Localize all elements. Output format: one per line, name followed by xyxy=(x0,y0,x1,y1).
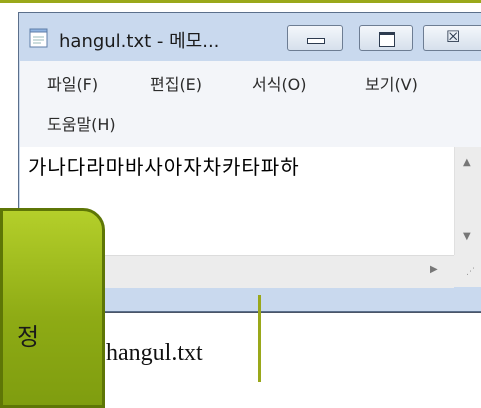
slide-top-border xyxy=(0,0,481,3)
title-bar[interactable]: hangul.txt - 메모... ☒ xyxy=(19,13,481,59)
window-title: hangul.txt - 메모... xyxy=(59,31,220,52)
menu-view[interactable]: 보기(V) xyxy=(365,71,418,95)
green-callout-box: 정 xyxy=(0,208,105,408)
notepad-icon xyxy=(29,28,48,48)
maximize-icon xyxy=(379,32,395,47)
menu-help[interactable]: 도움말(H) xyxy=(47,111,116,135)
resize-grip[interactable]: ⋰ xyxy=(454,255,481,287)
menu-file[interactable]: 파일(F) xyxy=(47,71,98,95)
editor-content[interactable]: 가나다라마바사아자차카타파하 xyxy=(28,151,300,180)
slide-vertical-line xyxy=(258,295,261,382)
filename-caption: hangul.txt xyxy=(106,340,203,366)
menu-bar: 파일(F) 편집(E) 서식(O) 보기(V) 도움말(H) xyxy=(20,61,481,148)
resize-grip-icon: ⋰ xyxy=(466,267,475,277)
scroll-right-icon[interactable]: ▶ xyxy=(430,264,438,275)
maximize-button[interactable] xyxy=(359,25,413,51)
scroll-down-icon[interactable]: ▼ xyxy=(463,231,471,242)
close-button[interactable]: ☒ xyxy=(423,25,481,51)
minimize-button[interactable] xyxy=(287,25,343,51)
menu-edit[interactable]: 편집(E) xyxy=(150,71,202,95)
scroll-up-icon[interactable]: ▲ xyxy=(463,157,471,168)
menu-format[interactable]: 서식(O) xyxy=(252,71,307,95)
vertical-scrollbar[interactable]: ▲ ▼ xyxy=(454,147,481,255)
minimize-icon xyxy=(307,38,325,44)
callout-label: 정 xyxy=(17,323,40,351)
close-icon: ☒ xyxy=(446,27,461,46)
